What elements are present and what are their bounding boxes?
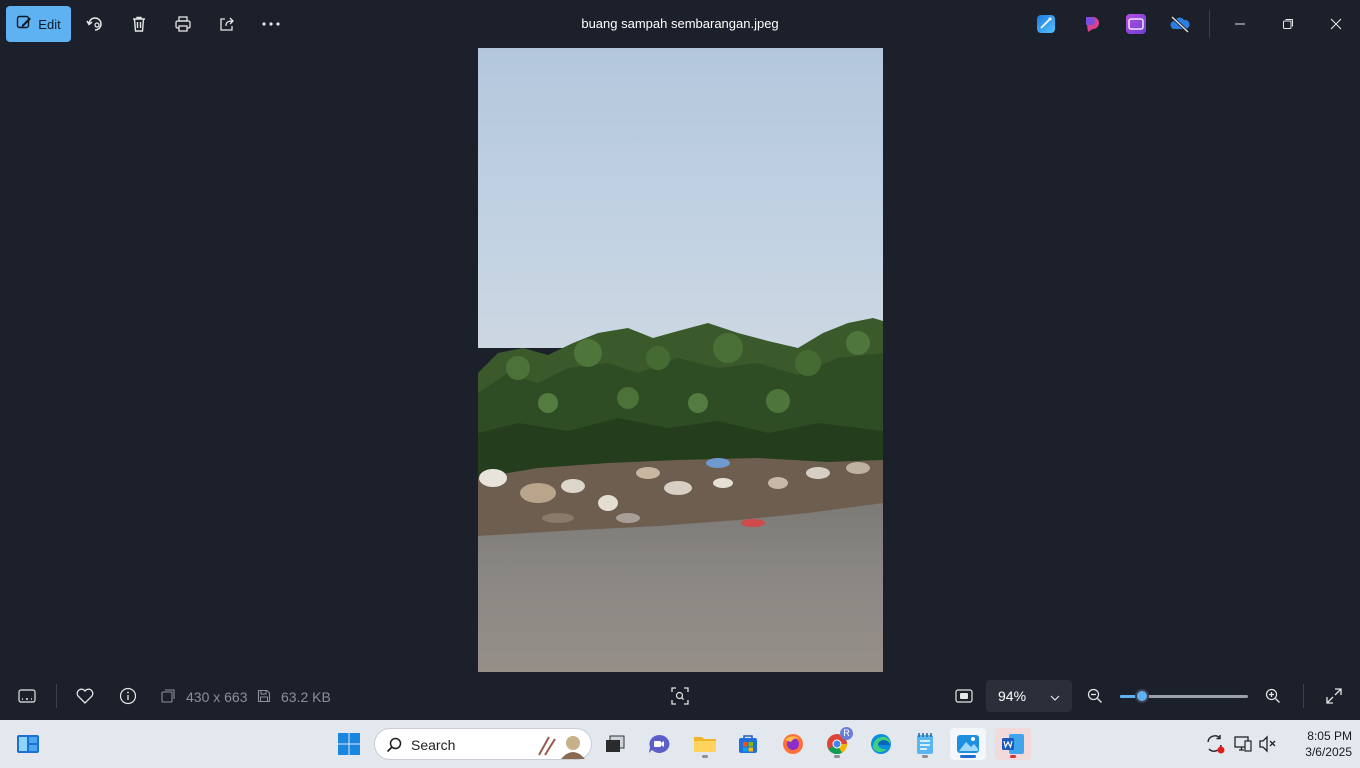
share-icon[interactable]: [215, 12, 239, 36]
word-icon[interactable]: [995, 728, 1031, 760]
more-options-icon[interactable]: [259, 12, 283, 36]
fit-to-window-icon[interactable]: [952, 684, 976, 708]
designer-app-icon[interactable]: [1082, 14, 1102, 34]
search-highlight-illustration: [535, 731, 589, 764]
zoom-level-value: 94%: [998, 688, 1027, 704]
toolbar-divider: [1209, 10, 1210, 38]
zoom-slider[interactable]: [1120, 689, 1248, 703]
file-size-icon: [254, 684, 274, 708]
photo-sky: [478, 48, 883, 348]
image-dimensions: 430 x 663: [186, 689, 248, 705]
file-title: buang sampah sembarangan.jpeg: [581, 16, 779, 31]
filmstrip-icon[interactable]: [15, 684, 39, 708]
photos-app-icon[interactable]: [950, 728, 986, 760]
photo-editor-app-icon[interactable]: [1037, 15, 1055, 33]
notepad-icon[interactable]: [909, 728, 941, 760]
zoom-out-icon[interactable]: [1083, 684, 1107, 708]
zoom-slider-thumb[interactable]: [1135, 689, 1149, 703]
clipchamp-app-icon[interactable]: [1126, 14, 1146, 34]
file-info-icon[interactable]: [116, 684, 140, 708]
file-explorer-icon[interactable]: [689, 728, 721, 760]
close-icon[interactable]: [1324, 12, 1348, 36]
file-explorer-running-indicator: [702, 755, 708, 758]
minimize-icon[interactable]: [1228, 12, 1252, 36]
file-size: 63.2 KB: [281, 689, 331, 705]
image-dimensions-icon: [158, 684, 178, 708]
search-icon: [386, 737, 402, 758]
zoom-in-icon[interactable]: [1261, 684, 1285, 708]
taskbar-search-input[interactable]: Search: [374, 728, 592, 760]
task-view-icon[interactable]: [599, 728, 631, 760]
fullscreen-icon[interactable]: [1322, 684, 1346, 708]
edge-icon[interactable]: [865, 728, 897, 760]
start-menu-icon[interactable]: [333, 728, 365, 760]
visual-search-icon[interactable]: [668, 684, 692, 708]
info-bar: 430 x 663 63.2 KB 94%: [0, 672, 1360, 720]
microsoft-store-icon[interactable]: [732, 728, 764, 760]
onedrive-offline-icon[interactable]: [1169, 14, 1191, 34]
displayed-photo[interactable]: [478, 48, 883, 672]
word-attention-indicator: [1010, 755, 1016, 758]
notepad-running-indicator: [922, 755, 928, 758]
clock-date: 3/6/2025: [1305, 745, 1352, 759]
clock-time: 8:05 PM: [1307, 729, 1352, 743]
widgets-icon[interactable]: [12, 728, 44, 760]
volume-muted-icon[interactable]: [1252, 728, 1284, 760]
rotate-icon[interactable]: [83, 12, 107, 36]
edit-label: Edit: [38, 16, 61, 32]
photo-garbage-pile: [478, 458, 883, 536]
zoom-divider: [1303, 684, 1304, 708]
edit-button[interactable]: Edit: [6, 6, 71, 42]
windows-taskbar: Search R 8:05 PM 3/6/2025: [0, 720, 1360, 768]
top-toolbar: Edit buang sampah sembarangan.jpeg: [0, 0, 1360, 48]
chrome-running-indicator: [834, 755, 840, 758]
print-icon[interactable]: [171, 12, 195, 36]
chevron-down-icon: [1050, 688, 1060, 704]
chrome-icon[interactable]: R: [821, 727, 853, 760]
info-divider: [56, 684, 57, 708]
search-placeholder: Search: [411, 737, 456, 753]
restore-icon[interactable]: [1276, 12, 1300, 36]
teams-chat-icon[interactable]: [643, 728, 675, 760]
favorite-heart-icon[interactable]: [73, 684, 97, 708]
chrome-profile-badge: R: [840, 727, 853, 740]
delete-icon[interactable]: [127, 12, 151, 36]
photos-active-indicator: [960, 755, 976, 758]
firefox-icon[interactable]: [777, 728, 809, 760]
taskbar-clock[interactable]: 8:05 PM 3/6/2025: [1286, 728, 1352, 760]
zoom-level-dropdown[interactable]: 94%: [986, 680, 1072, 712]
edit-icon: [16, 15, 32, 34]
